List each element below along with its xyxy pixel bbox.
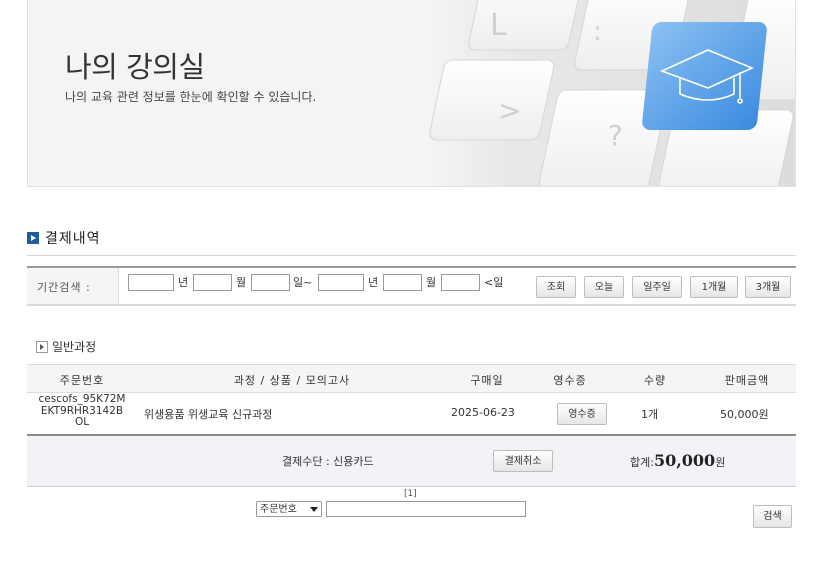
col-price: 판매금액 [724, 374, 770, 387]
three-months-button[interactable]: 3개월 [745, 276, 791, 298]
svg-text:>: > [498, 94, 521, 127]
page-title: 나의 강의실 [65, 50, 205, 84]
one-month-button[interactable]: 1개월 [690, 276, 738, 298]
col-order-no: 주문번호 [59, 374, 105, 387]
order-number: cescofs_95K72MEKT9RHR3142BOL [38, 393, 126, 428]
year-unit-label: 년 [178, 276, 189, 289]
section-title: 결제내역 [45, 231, 101, 247]
svg-text:L: L [490, 8, 507, 43]
arrow-bullet-icon [36, 341, 48, 353]
chevron-down-icon [310, 507, 318, 512]
total-label: 합계: [630, 456, 654, 469]
end-year-input[interactable] [318, 274, 364, 291]
day-end-label: <일 [484, 276, 504, 289]
end-day-input[interactable] [441, 274, 480, 291]
table-header: 주문번호 과정 / 상품 / 모의고사 구매일 영수증 수량 판매금액 [27, 364, 796, 393]
subsection-title: 일반과정 [52, 340, 97, 354]
svg-text:?: ? [608, 119, 623, 152]
payment-method: 결제수단 : 신용카드 [282, 455, 374, 468]
filter-fields: 년 월 일~ 년 월 <일 조회 오늘 일주일 1개월 3개월 [118, 268, 797, 304]
month-unit-label: 월 [236, 276, 247, 289]
search-field-select[interactable]: 주문번호 [256, 501, 322, 517]
total-unit: 원 [715, 456, 726, 469]
col-date: 구매일 [470, 374, 504, 387]
section-header: 결제내역 [27, 228, 796, 256]
cancel-payment-button[interactable]: 결제취소 [493, 450, 553, 472]
month-unit-label: 월 [426, 276, 437, 289]
today-button[interactable]: 오늘 [584, 276, 624, 298]
total-amount: 50,000 [653, 451, 716, 470]
price: 50,000원 [720, 408, 769, 421]
end-month-input[interactable] [383, 274, 422, 291]
search-button[interactable]: 검색 [753, 505, 792, 528]
year-unit-label: 년 [368, 276, 379, 289]
search-field-value: 주문번호 [260, 504, 297, 515]
col-receipt: 영수증 [553, 374, 587, 387]
one-week-button[interactable]: 일주일 [632, 276, 682, 298]
quantity: 1개 [641, 408, 659, 421]
table-row: cescofs_95K72MEKT9RHR3142BOL 위생용품 위생교육 신… [27, 393, 796, 436]
svg-text::: : [593, 17, 602, 47]
filter-label: 기간검색 : [37, 281, 91, 294]
total: 합계:50,000원 [630, 451, 725, 470]
day-range-label: 일~ [293, 276, 313, 289]
search-input[interactable] [326, 501, 526, 517]
search-period-button[interactable]: 조회 [536, 276, 576, 298]
page-banner: L > ? : 나의 강의실 나의 교육 관련 정보를 한눈에 확인할 수 있습… [27, 0, 796, 187]
start-day-input[interactable] [251, 274, 290, 291]
receipt-button[interactable]: 영수증 [557, 403, 607, 425]
play-bullet-icon [27, 232, 39, 244]
purchase-date: 2025-06-23 [451, 406, 515, 419]
start-year-input[interactable] [128, 274, 174, 291]
payment-summary: 결제수단 : 신용카드 결제취소 합계:50,000원 [27, 436, 796, 487]
col-qty: 수량 [643, 374, 667, 387]
course-name: 위생용품 위생교육 신규과정 [144, 408, 273, 421]
start-month-input[interactable] [193, 274, 232, 291]
date-filter-bar: 기간검색 : 년 월 일~ 년 월 <일 조회 오늘 일주일 1개월 3개월 [27, 266, 797, 306]
page-subtitle: 나의 교육 관련 정보를 한눈에 확인할 수 있습니다. [65, 90, 317, 104]
col-course: 과정 / 상품 / 모의고사 [233, 374, 351, 387]
pagination[interactable]: [1] [404, 489, 417, 499]
